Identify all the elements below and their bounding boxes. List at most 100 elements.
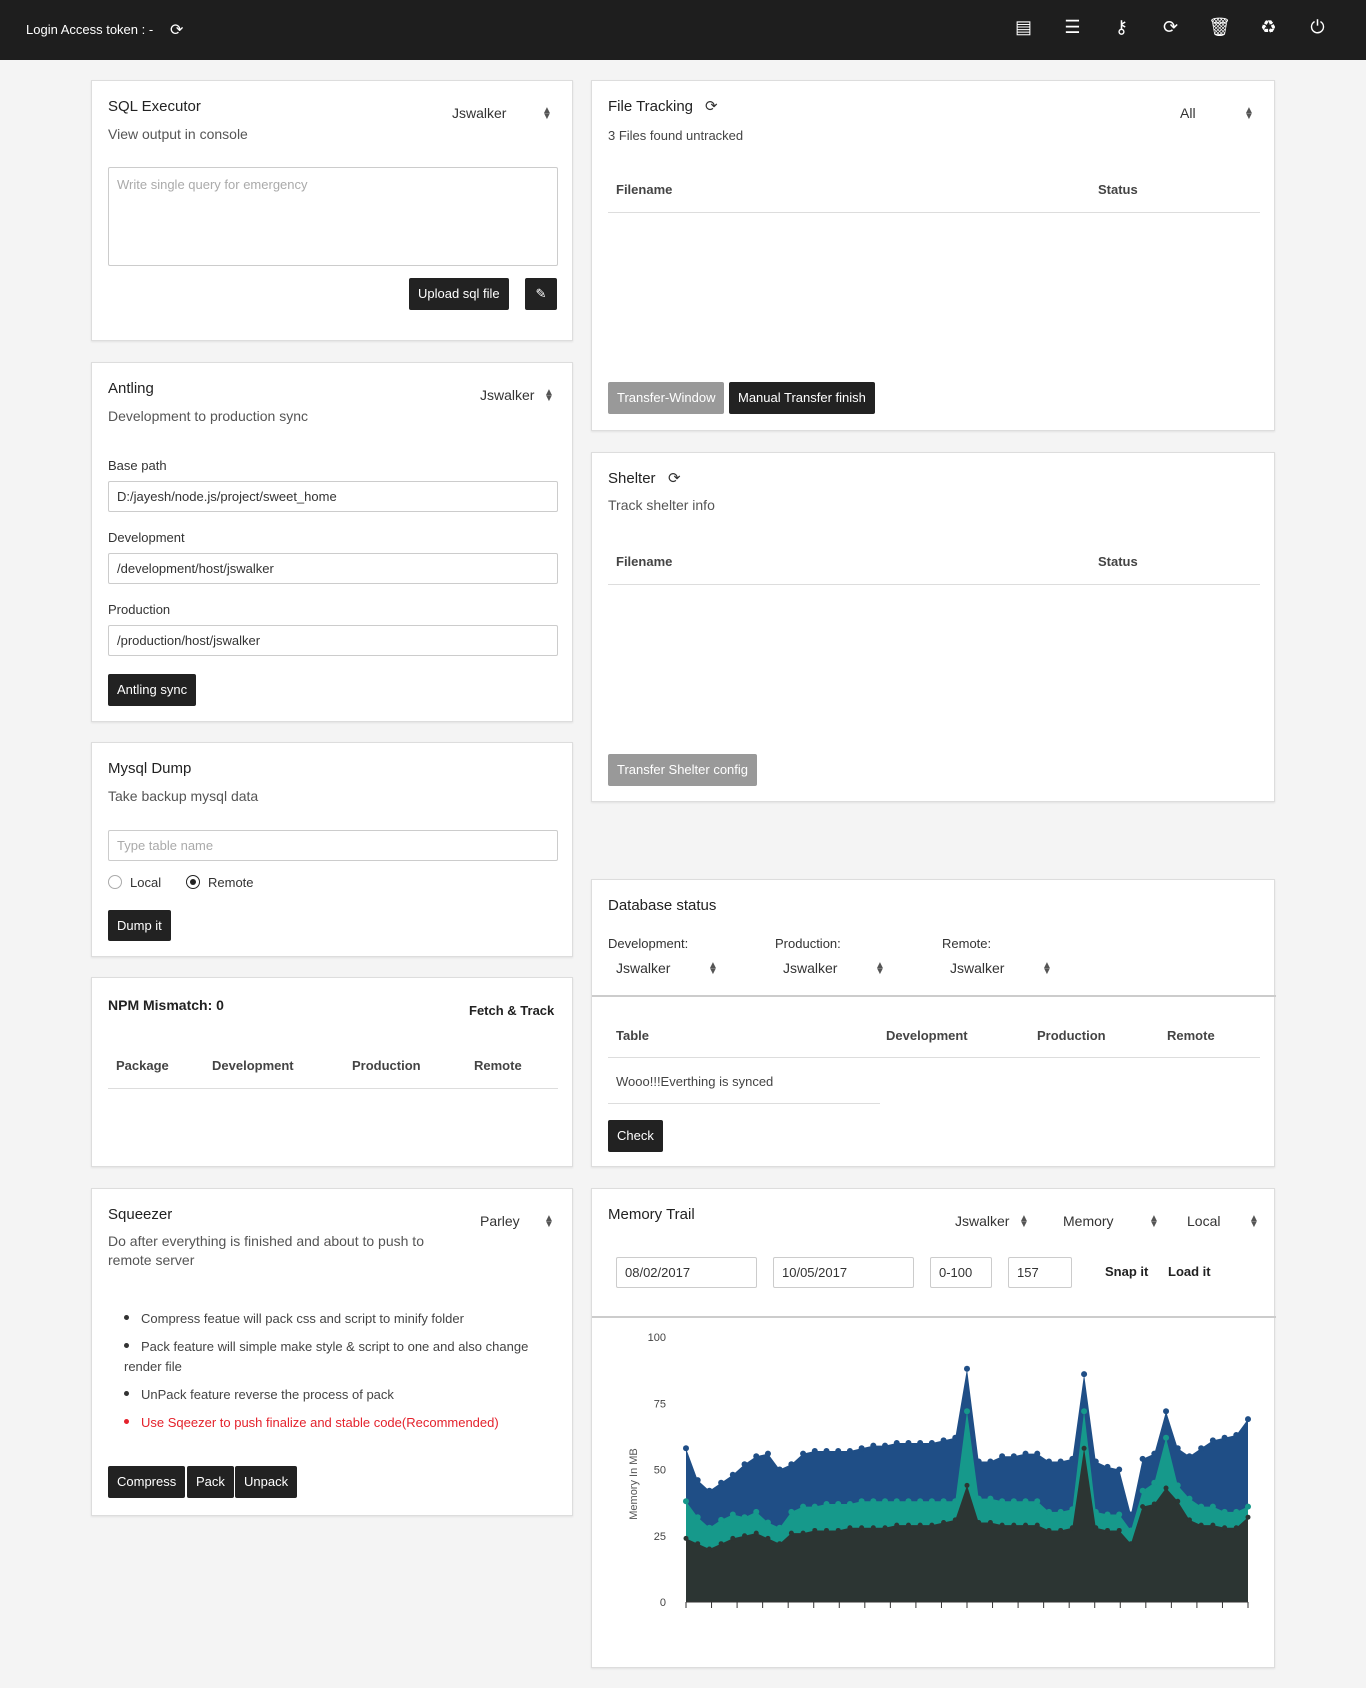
series-point-1 — [1174, 1482, 1181, 1489]
unpack-button[interactable]: Unpack — [235, 1466, 298, 1498]
select-value: Memory — [1063, 1213, 1114, 1229]
transfer-shelter-config-button[interactable]: Transfer Shelter config — [608, 754, 758, 786]
refresh-icon[interactable]: ⟳ — [1146, 17, 1195, 38]
series-point-2 — [976, 1520, 982, 1525]
development-input[interactable]: /development/host/jswalker — [108, 553, 558, 584]
memory-user-select[interactable]: Jswalker ▲ ▼ — [955, 1213, 1035, 1230]
series-point-0 — [1116, 1466, 1123, 1473]
select-value: All — [1180, 105, 1196, 121]
load-it-button[interactable]: Load it — [1168, 1264, 1211, 1279]
series-point-1 — [1057, 1508, 1064, 1515]
sql-db-select[interactable]: Jswalker ▲ ▼ — [452, 105, 552, 122]
series-point-0 — [846, 1447, 853, 1454]
series-point-2 — [859, 1525, 865, 1531]
series-point-2 — [718, 1541, 724, 1547]
book-icon[interactable]: ▤ — [999, 17, 1048, 38]
pack-button[interactable]: Pack — [187, 1466, 234, 1498]
development-label: Development: — [608, 936, 689, 951]
card-subtitle: Take backup mysql data — [108, 788, 259, 804]
series-point-1 — [975, 1495, 982, 1502]
antling-select[interactable]: Jswalker ▲ ▼ — [480, 387, 560, 404]
shelter-refresh-icon[interactable]: ⟳ — [668, 469, 681, 487]
power-icon[interactable]: ⏻ — [1293, 17, 1342, 38]
series-point-1 — [1233, 1508, 1240, 1515]
date-to-input[interactable]: 10/05/2017 — [773, 1257, 914, 1288]
upload-sql-button[interactable]: Upload sql file — [409, 278, 509, 310]
remote-db-select[interactable]: Jswalker ▲ ▼ — [950, 960, 1060, 977]
series-point-1 — [952, 1498, 959, 1505]
top-navbar: Login Access token : - ⟳ ▤ ☰ ⚷ ⟳ 🗑 ♻ ⏻ — [0, 0, 1366, 60]
table-name-input[interactable]: Type table name — [108, 830, 558, 861]
series-point-1 — [1209, 1503, 1216, 1510]
snap-it-button[interactable]: Snap it — [1105, 1264, 1148, 1279]
recycle-icon[interactable]: ♻ — [1244, 17, 1293, 38]
series-point-2 — [1151, 1501, 1157, 1507]
mysql-dump-card: Mysql Dump Take backup mysql data Type t… — [91, 742, 573, 957]
card-title: Database status — [608, 897, 717, 914]
col-filename: Filename — [616, 182, 673, 197]
series-point-1 — [835, 1500, 842, 1507]
production-input[interactable]: /production/host/jswalker — [108, 625, 558, 656]
date-from-input[interactable]: 08/02/2017 — [616, 1257, 757, 1288]
series-point-2 — [765, 1535, 771, 1541]
squeezer-select[interactable]: Parley ▲ ▼ — [480, 1213, 560, 1230]
untracked-count: 3 Files found untracked — [608, 128, 744, 143]
series-point-1 — [905, 1498, 912, 1505]
key-icon[interactable]: ⚷ — [1097, 17, 1146, 38]
antling-sync-button[interactable]: Antling sync — [108, 674, 197, 706]
remote-radio[interactable] — [186, 875, 200, 889]
development-db-select[interactable]: Jswalker ▲ ▼ — [616, 960, 726, 977]
production-label: Production — [108, 602, 171, 617]
section-divider — [592, 995, 1276, 997]
table-header-divider — [108, 1088, 558, 1089]
series-point-0 — [1221, 1434, 1228, 1441]
series-point-2 — [1034, 1522, 1040, 1528]
edit-query-button[interactable]: ✎ — [525, 278, 557, 310]
series-point-1 — [823, 1500, 830, 1507]
series-point-0 — [1104, 1463, 1111, 1470]
base-path-input[interactable]: D:/jayesh/node.js/project/sweet_home — [108, 481, 558, 512]
series-point-0 — [987, 1458, 994, 1465]
series-point-0 — [975, 1458, 982, 1465]
series-point-1 — [1045, 1508, 1052, 1515]
range-input[interactable]: 0-100 — [930, 1257, 992, 1288]
y-tick-label: 50 — [654, 1465, 666, 1477]
card-subtitle-line2: remote server — [108, 1252, 195, 1268]
file-filter-select[interactable]: All ▲ ▼ — [1180, 105, 1260, 122]
card-title: NPM Mismatch: 0 — [108, 997, 224, 1013]
series-point-2 — [1186, 1517, 1192, 1523]
trash-icon[interactable]: 🗑 — [1195, 17, 1244, 38]
series-point-1 — [928, 1498, 935, 1505]
production-db-select[interactable]: Jswalker ▲ ▼ — [783, 960, 893, 977]
series-point-1 — [1081, 1408, 1088, 1415]
file-tracking-card: File Tracking ⟳ 3 Files found untracked … — [591, 80, 1275, 431]
memory-env-select[interactable]: Local ▲ ▼ — [1187, 1213, 1259, 1230]
series-point-2 — [1210, 1522, 1216, 1528]
development-label: Development — [108, 530, 185, 545]
fetch-track-button[interactable]: Fetch & Track — [469, 1003, 554, 1018]
series-point-2 — [1058, 1527, 1064, 1533]
local-radio[interactable] — [108, 875, 122, 889]
sql-query-textarea[interactable]: Write single query for emergency — [108, 167, 558, 266]
series-point-0 — [1034, 1450, 1041, 1457]
dump-button[interactable]: Dump it — [108, 910, 171, 941]
series-point-2 — [1105, 1527, 1110, 1533]
manual-transfer-finish-button[interactable]: Manual Transfer finish — [729, 382, 875, 414]
check-button[interactable]: Check — [608, 1120, 663, 1152]
compress-button[interactable]: Compress — [108, 1466, 186, 1498]
select-arrows-icon: ▲ ▼ — [1019, 1213, 1029, 1230]
memory-metric-select[interactable]: Memory ▲ ▼ — [1063, 1213, 1159, 1230]
series-point-0 — [1139, 1455, 1146, 1462]
series-point-0 — [1045, 1458, 1052, 1465]
select-value: Jswalker — [616, 960, 671, 976]
token-refresh-icon[interactable]: ⟳ — [170, 20, 183, 40]
limit-input[interactable]: 157 — [1008, 1257, 1072, 1288]
toolbar-icons: ▤ ☰ ⚷ ⟳ 🗑 ♻ ⏻ — [999, 17, 1342, 38]
series-point-1 — [683, 1498, 689, 1505]
series-point-2 — [1116, 1527, 1122, 1533]
transfer-window-button[interactable]: Transfer-Window — [608, 382, 725, 414]
select-value: Local — [1187, 1213, 1221, 1229]
file-tracking-refresh-icon[interactable]: ⟳ — [705, 97, 718, 115]
server-icon[interactable]: ☰ — [1048, 17, 1097, 38]
series-point-2 — [952, 1517, 958, 1523]
